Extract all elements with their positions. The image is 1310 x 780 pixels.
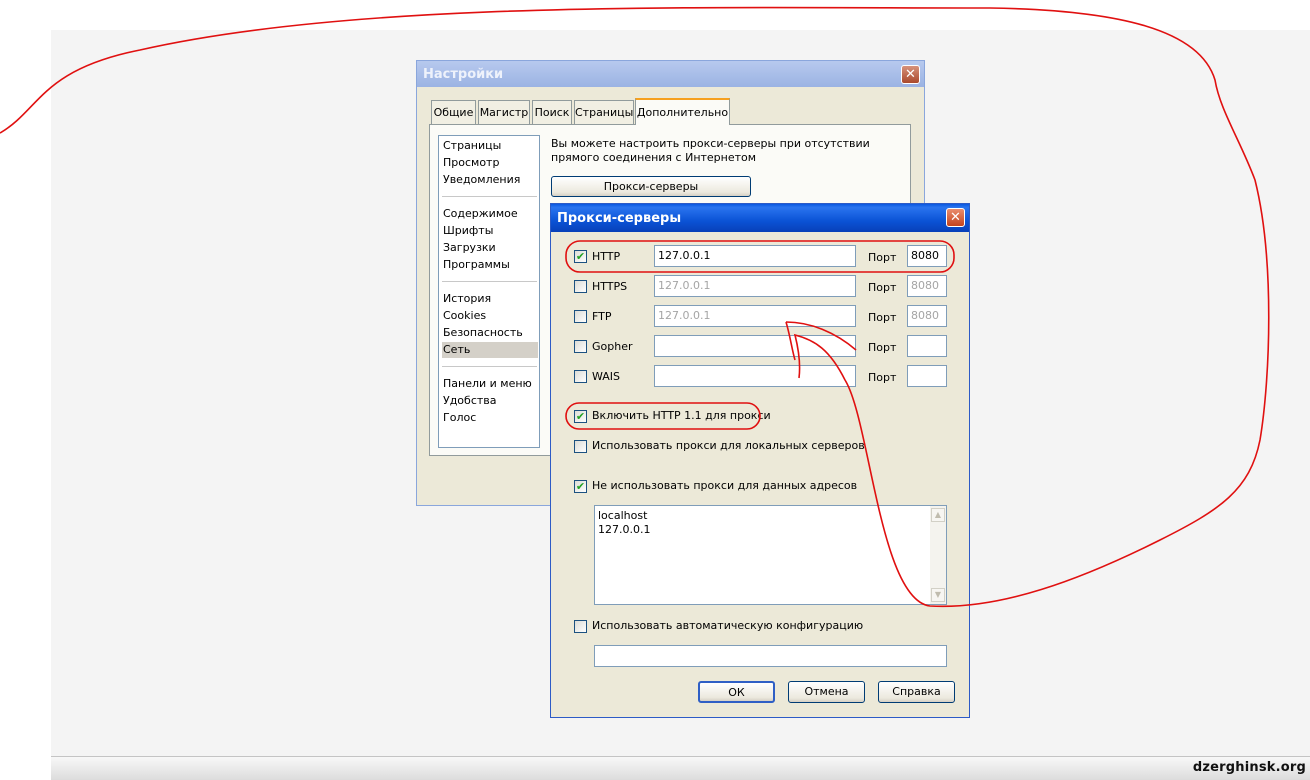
wais-label: WAIS (592, 370, 621, 383)
gopher-label: Gopher (592, 340, 633, 353)
no-proxy-list-textarea[interactable]: localhost 127.0.0.1 ▲ ▼ (594, 505, 947, 605)
port-label: Порт (868, 311, 897, 324)
nav-item-programs[interactable]: Программы (442, 257, 538, 273)
settings-close-button[interactable]: ✕ (901, 65, 920, 84)
tab-general[interactable]: Общие (431, 100, 476, 124)
http-address-field[interactable]: 127.0.0.1 (654, 245, 856, 267)
no-proxy-entry: 127.0.0.1 (598, 523, 651, 536)
port-label: Порт (868, 341, 897, 354)
proxy-close-button[interactable]: ✕ (946, 208, 965, 227)
taskbar-strip (51, 756, 1310, 780)
nav-item-network[interactable]: Сеть (442, 342, 538, 358)
nav-item-cookies[interactable]: Cookies (442, 308, 538, 324)
nav-item-fonts[interactable]: Шрифты (442, 223, 538, 239)
no-proxy-entry: localhost (598, 509, 648, 522)
nav-item-notifications[interactable]: Уведомления (442, 172, 538, 188)
settings-title: Настройки (423, 67, 504, 82)
gopher-checkbox[interactable] (574, 340, 587, 353)
http-label: HTTP (592, 250, 621, 263)
enable-http11-checkbox[interactable]: ✔ (574, 410, 587, 423)
nav-item-downloads[interactable]: Загрузки (442, 240, 538, 256)
no-proxy-for-label: Не использовать прокси для данных адресо… (592, 479, 858, 492)
https-address-field[interactable]: 127.0.0.1 (654, 275, 856, 297)
ok-button[interactable]: ОК (698, 681, 775, 703)
enable-http11-label: Включить HTTP 1.1 для прокси (592, 409, 771, 422)
checkmark-icon: ✔ (575, 480, 586, 493)
wais-checkbox[interactable] (574, 370, 587, 383)
auto-config-label: Использовать автоматическую конфигурацию (592, 619, 864, 632)
nav-divider (442, 366, 537, 367)
nav-item-security[interactable]: Безопасность (442, 325, 538, 341)
nav-divider (442, 196, 537, 197)
close-icon: ✕ (905, 67, 916, 82)
https-port-field[interactable]: 8080 (907, 275, 947, 297)
https-checkbox[interactable] (574, 280, 587, 293)
checkmark-icon: ✔ (575, 410, 586, 423)
nav-item-pages[interactable]: Страницы (442, 138, 538, 154)
tab-advanced[interactable]: Дополнительно (635, 98, 730, 125)
use-proxy-local-checkbox[interactable] (574, 440, 587, 453)
auto-config-url-field[interactable] (594, 645, 947, 667)
textarea-scrollbar[interactable]: ▲ ▼ (930, 506, 946, 604)
nav-item-voice[interactable]: Голос (442, 410, 538, 426)
watermark: dzerghinsk.org (1192, 760, 1306, 775)
ftp-checkbox[interactable] (574, 310, 587, 323)
https-label: HTTPS (592, 280, 628, 293)
port-label: Порт (868, 281, 897, 294)
cancel-button[interactable]: Отмена (788, 681, 865, 703)
nav-item-content[interactable]: Содержимое (442, 206, 538, 222)
proxy-servers-button[interactable]: Прокси-серверы (551, 176, 751, 197)
tab-pages[interactable]: Страницы (574, 100, 634, 124)
nav-item-view[interactable]: Просмотр (442, 155, 538, 171)
no-proxy-for-checkbox[interactable]: ✔ (574, 480, 587, 493)
scroll-up-icon[interactable]: ▲ (931, 508, 945, 522)
ftp-address-field[interactable]: 127.0.0.1 (654, 305, 856, 327)
proxy-title: Прокси-серверы (557, 211, 682, 226)
nav-item-accessibility[interactable]: Удобства (442, 393, 538, 409)
gopher-address-field[interactable] (654, 335, 856, 357)
http-port-field[interactable]: 8080 (907, 245, 947, 267)
settings-titlebar[interactable]: Настройки ✕ (417, 61, 924, 87)
port-label: Порт (868, 371, 897, 384)
proxy-titlebar[interactable]: Прокси-серверы ✕ (551, 204, 969, 232)
nav-item-toolbars[interactable]: Панели и меню (442, 376, 538, 392)
wais-port-field[interactable] (907, 365, 947, 387)
checkmark-icon: ✔ (575, 250, 586, 263)
port-label: Порт (868, 251, 897, 264)
ftp-label: FTP (592, 310, 612, 323)
tab-wizard[interactable]: Магистр (478, 100, 530, 124)
wais-address-field[interactable] (654, 365, 856, 387)
nav-divider (442, 281, 537, 282)
nav-item-history[interactable]: История (442, 291, 538, 307)
ftp-port-field[interactable]: 8080 (907, 305, 947, 327)
auto-config-checkbox[interactable] (574, 620, 587, 633)
help-button[interactable]: Справка (878, 681, 955, 703)
http-checkbox[interactable]: ✔ (574, 250, 587, 263)
scroll-down-icon[interactable]: ▼ (931, 588, 945, 602)
use-proxy-local-label: Использовать прокси для локальных сервер… (592, 439, 865, 452)
gopher-port-field[interactable] (907, 335, 947, 357)
close-icon: ✕ (950, 210, 961, 225)
proxy-description: Вы можете настроить прокси-серверы при о… (551, 137, 870, 164)
tab-search[interactable]: Поиск (532, 100, 572, 124)
